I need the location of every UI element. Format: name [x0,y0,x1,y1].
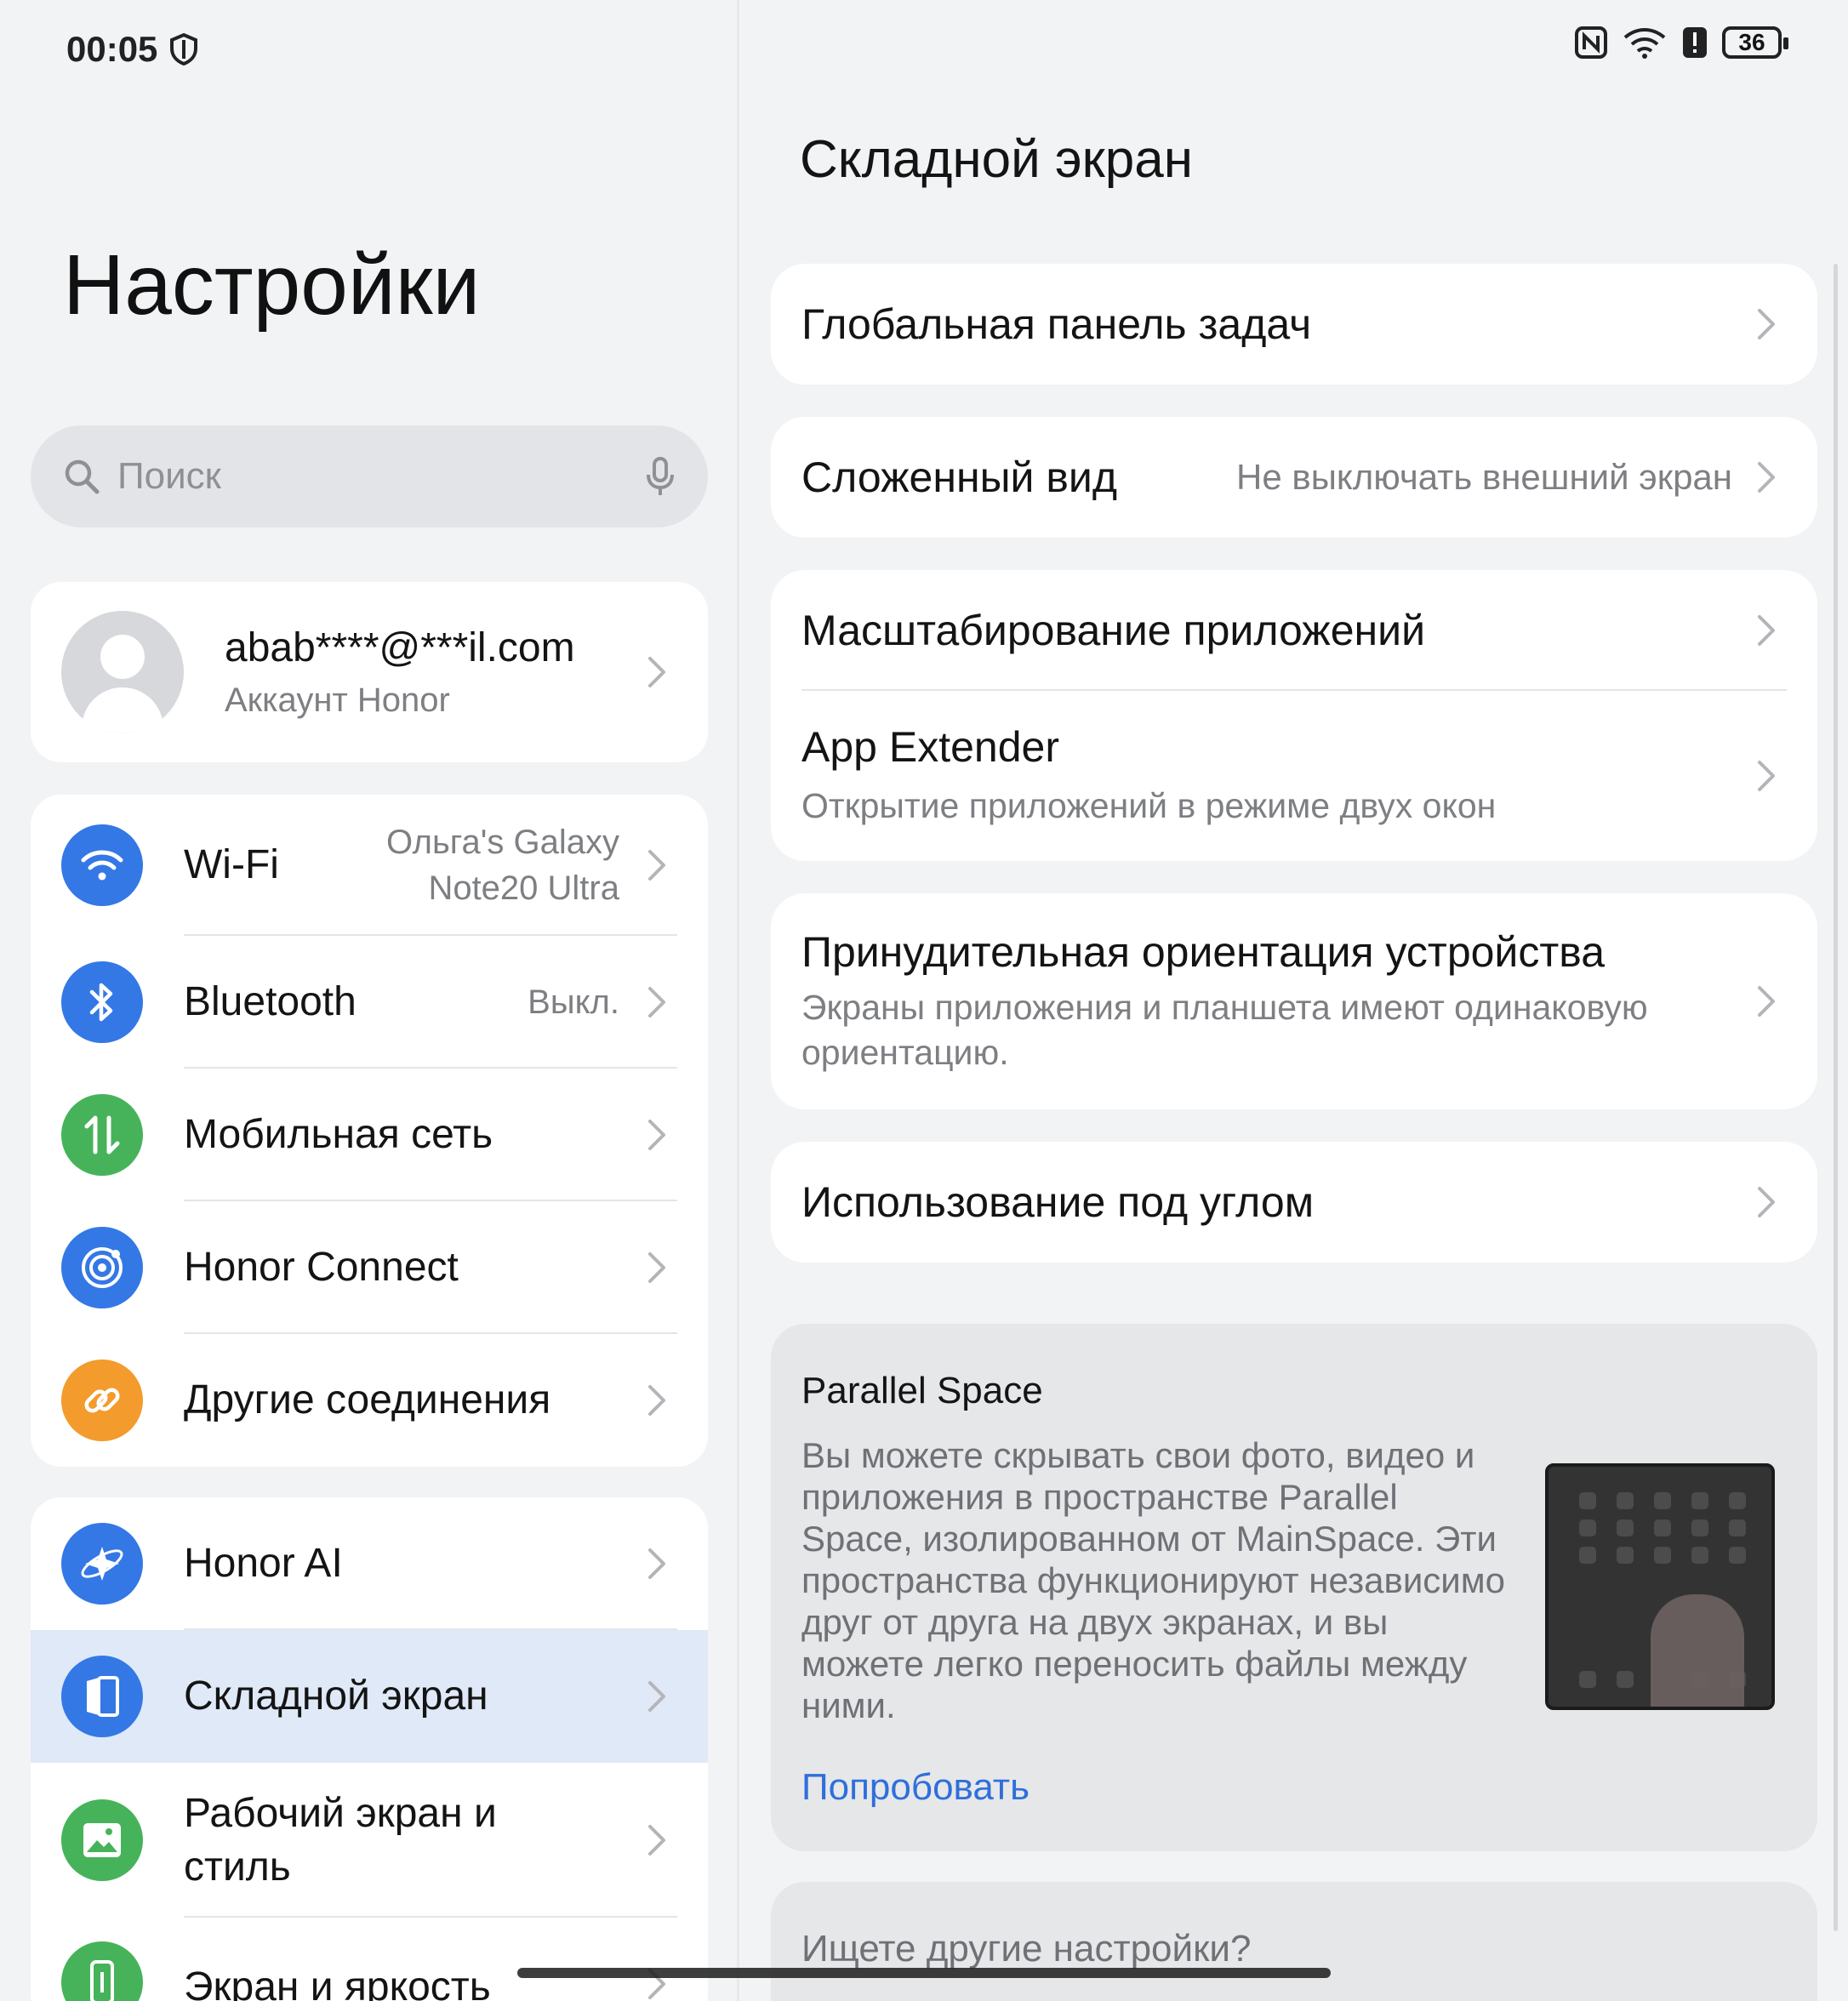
row-label: Использование под углом [801,1178,1315,1226]
sidebar-item-label: Складной экран [184,1673,488,1719]
row-label: Масштабирование приложений [801,607,1426,654]
sidebar-item-home-screen-style[interactable]: Рабочий экран и стиль [31,1763,708,1918]
chevron-right-icon [640,1679,674,1713]
sidebar-item-label: Другие соединения [184,1377,551,1423]
global-taskbar-row[interactable]: Глобальная панель задач [771,264,1817,385]
microphone-icon[interactable] [645,456,676,497]
search-icon [65,459,100,494]
more-settings-label: Ищете другие настройки? [801,1928,1252,1970]
link-icon [61,1360,143,1441]
chevron-right-icon [640,985,674,1019]
sidebar-item-bluetooth[interactable]: Bluetooth Выкл. [31,936,708,1069]
wallpaper-icon [61,1799,143,1881]
sidebar-item-mobile-network[interactable]: Мобильная сеть [31,1069,708,1201]
connections-group: Wi-Fi Ольга's Galaxy Note20 Ultra Blueto… [31,795,708,1467]
search-placeholder: Поиск [117,455,221,497]
honor-ai-icon [61,1523,143,1605]
features-group: Honor AI Складной экран Рабочий экран и … [31,1497,708,2001]
shield-icon [170,32,198,66]
chevron-right-icon [640,1383,674,1417]
mobile-data-icon [61,1094,143,1176]
sidebar-item-wifi[interactable]: Wi-Fi Ольга's Galaxy Note20 Ultra [31,795,708,936]
promo-title: Parallel Space [801,1370,1043,1411]
status-time: 00:05 [66,29,198,70]
forced-orientation-row[interactable]: Принудительная ориентация устройства Экр… [771,893,1817,1109]
sidebar-item-label: Экран и яркость [184,1964,491,2001]
sidebar-item-honor-ai[interactable]: Honor AI [31,1497,708,1630]
bluetooth-icon [61,961,143,1043]
sidebar-item-display-brightness[interactable]: Экран и яркость [31,1918,708,2001]
row-subtitle: Открытие приложений в режиме двух окон [801,786,1497,826]
parallel-space-card: Parallel Space Вы можете скрывать свои ф… [771,1324,1817,1851]
foldable-device-illustration [1545,1463,1775,1710]
sidebar-item-label: Honor Connect [184,1245,459,1291]
sidebar-item-label: Мобильная сеть [184,1112,493,1158]
page-title: Настройки [63,237,481,333]
wifi-status-icon [1623,28,1666,59]
sidebar-item-label: Рабочий экран и стиль [184,1790,497,1890]
app-scaling-row[interactable]: Масштабирование приложений [771,570,1817,691]
wifi-network-name: Ольга's Galaxy Note20 Ultra [385,824,619,907]
app-scaling-card: Масштабирование приложений App Extender … [771,570,1817,861]
avatar [61,611,184,733]
chevron-right-icon [1749,613,1783,647]
account-email: abab****@***il.com [225,625,575,670]
detail-title: Складной экран [800,130,1193,189]
chevron-right-icon [1749,307,1783,341]
app-extender-row[interactable]: App Extender Открытие приложений в режим… [771,691,1817,861]
chevron-right-icon [1749,759,1783,793]
promo-description: Вы можете скрывать свои фото, видео и пр… [801,1435,1505,1725]
try-link[interactable]: Попробовать [801,1766,1030,1809]
clock: 00:05 [66,29,158,69]
row-value: Не выключать внешний экран [1236,457,1732,497]
chevron-right-icon [640,1823,674,1857]
sidebar-item-honor-connect[interactable]: Honor Connect [31,1201,708,1334]
folded-view-row[interactable]: Сложенный вид Не выключать внешний экран [771,417,1817,538]
nfc-icon [1575,26,1607,59]
sidebar-item-foldable-screen[interactable]: Складной экран [31,1630,708,1763]
chevron-right-icon [640,655,674,689]
account-subtitle: Аккаунт Honor [225,681,450,719]
alert-icon [1683,27,1707,58]
chevron-right-icon [640,848,674,882]
account-card[interactable]: abab****@***il.com Аккаунт Honor [31,582,708,762]
tent-mode-card: Использование под углом [771,1142,1817,1263]
honor-connect-icon [61,1227,143,1308]
bluetooth-status: Выкл. [528,983,619,1021]
row-label: App Extender [801,723,1059,772]
row-label: Сложенный вид [801,453,1117,501]
folded-view-card: Сложенный вид Не выключать внешний экран [771,417,1817,538]
tent-mode-row[interactable]: Использование под углом [771,1142,1817,1263]
display-icon [61,1941,143,2001]
row-label: Глобальная панель задач [801,300,1312,348]
more-settings-card[interactable]: Ищете другие настройки? [771,1882,1817,2001]
settings-pane: 00:05 Настройки Поиск abab****@***il.com… [0,0,737,2001]
foldable-screen-icon [61,1656,143,1737]
row-subtitle: Экраны приложения и планшета имеют одина… [801,987,1648,1072]
sidebar-item-label: Bluetooth [184,979,356,1025]
chevron-right-icon [1749,1185,1783,1219]
home-indicator[interactable] [517,1968,1331,1978]
sidebar-item-other-connections[interactable]: Другие соединения [31,1334,708,1467]
chevron-right-icon [1749,984,1783,1018]
global-taskbar-card: Глобальная панель задач [771,264,1817,385]
sidebar-item-label: Honor AI [184,1541,343,1587]
chevron-right-icon [640,1547,674,1581]
row-label: Принудительная ориентация устройства [801,927,1606,976]
sidebar-item-label: Wi-Fi [184,842,279,888]
chevron-right-icon [640,1118,674,1152]
search-input[interactable]: Поиск [31,425,708,527]
battery-icon: 36 [1722,26,1788,59]
chevron-right-icon [640,1251,674,1285]
pane-divider [737,0,739,2001]
chevron-right-icon [1749,460,1783,494]
scrollbar[interactable] [1834,264,1838,1931]
status-icons: 36 [1574,26,1788,60]
wifi-icon [61,824,143,906]
forced-orientation-card: Принудительная ориентация устройства Экр… [771,893,1817,1109]
